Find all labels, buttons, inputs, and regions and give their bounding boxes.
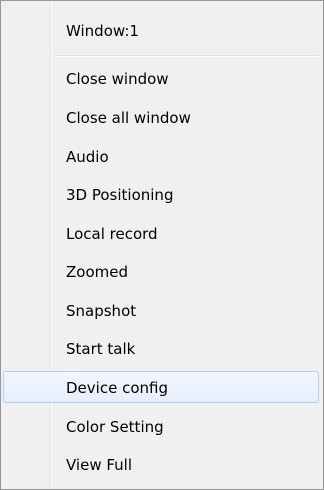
menu-item-label: Start talk	[66, 340, 136, 358]
menu-item-label: Snapshot	[66, 302, 137, 320]
menu-item-close-all-window[interactable]: Close all window	[3, 101, 319, 133]
menu-item-label: Close window	[66, 70, 169, 88]
menu-item-label: View Full	[66, 456, 133, 474]
menu-separator	[55, 55, 319, 57]
menu-item-view-full[interactable]: View Full	[3, 448, 319, 480]
menu-item-3d-positioning[interactable]: 3D Positioning	[3, 178, 319, 210]
context-menu: Window:1 Close window Close all window A…	[0, 0, 324, 490]
menu-header-label: Window:1	[66, 22, 139, 40]
menu-item-label: Device config	[66, 379, 168, 397]
menu-item-label: 3D Positioning	[66, 186, 174, 204]
menu-item-label: Color Setting	[66, 418, 164, 436]
menu-item-device-config[interactable]: Device config	[3, 371, 319, 403]
menu-item-label: Audio	[66, 148, 109, 166]
menu-item-close-window[interactable]: Close window	[3, 62, 319, 94]
menu-item-color-setting[interactable]: Color Setting	[3, 410, 319, 442]
menu-item-local-record[interactable]: Local record	[3, 217, 319, 249]
menu-item-label: Close all window	[66, 109, 191, 127]
menu-header-window: Window:1	[3, 14, 319, 46]
menu-item-zoomed[interactable]: Zoomed	[3, 255, 319, 287]
menu-item-snapshot[interactable]: Snapshot	[3, 294, 319, 326]
menu-item-label: Zoomed	[66, 263, 128, 281]
menu-item-start-talk[interactable]: Start talk	[3, 332, 319, 364]
menu-item-label: Local record	[66, 225, 158, 243]
menu-item-audio[interactable]: Audio	[3, 140, 319, 172]
